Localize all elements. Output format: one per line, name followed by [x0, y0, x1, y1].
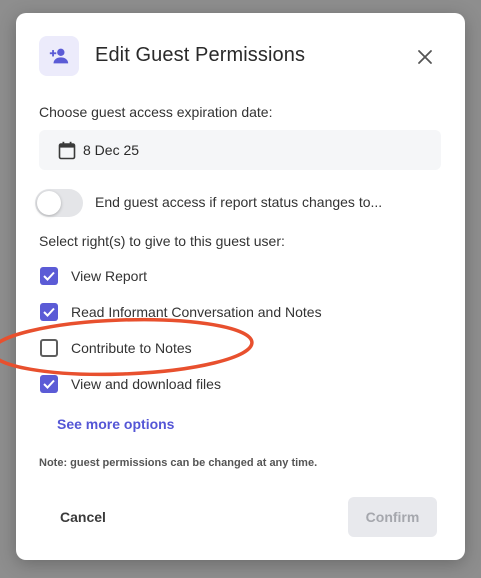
expiration-date-value: 8 Dec 25: [83, 142, 140, 158]
close-icon: [418, 50, 432, 64]
checkbox-checked[interactable]: [40, 303, 58, 321]
toggle-knob: [37, 191, 61, 215]
rights-label: Select right(s) to give to this guest us…: [39, 233, 285, 249]
right-label: View Report: [71, 268, 148, 284]
end-access-label: End guest access if report status change…: [95, 194, 383, 210]
add-person-icon: [39, 36, 79, 76]
right-label: View and download files: [71, 376, 221, 392]
right-contribute-notes[interactable]: Contribute to Notes: [40, 337, 192, 359]
confirm-button[interactable]: Confirm: [348, 497, 437, 537]
dialog-title: Edit Guest Permissions: [95, 44, 306, 66]
right-label: Read Informant Conversation and Notes: [71, 304, 322, 320]
checkbox-checked[interactable]: [40, 375, 58, 393]
right-view-download-files[interactable]: View and download files: [40, 373, 221, 395]
edit-guest-permissions-dialog: Edit Guest Permissions Choose guest acce…: [16, 13, 465, 560]
right-label: Contribute to Notes: [71, 340, 192, 356]
end-access-toggle[interactable]: [35, 189, 83, 217]
right-view-report[interactable]: View Report: [40, 265, 147, 287]
see-more-options-link[interactable]: See more options: [57, 416, 174, 432]
expiration-date-field[interactable]: 8 Dec 25: [39, 130, 441, 170]
checkbox-checked[interactable]: [40, 267, 58, 285]
close-button[interactable]: [413, 45, 437, 69]
right-read-conversation[interactable]: Read Informant Conversation and Notes: [40, 301, 322, 323]
checkbox-unchecked[interactable]: [40, 339, 58, 357]
cancel-button[interactable]: Cancel: [39, 497, 127, 537]
permissions-note: Note: guest permissions can be changed a…: [39, 457, 318, 469]
calendar-icon: [57, 140, 77, 160]
expiration-label: Choose guest access expiration date:: [39, 104, 273, 120]
